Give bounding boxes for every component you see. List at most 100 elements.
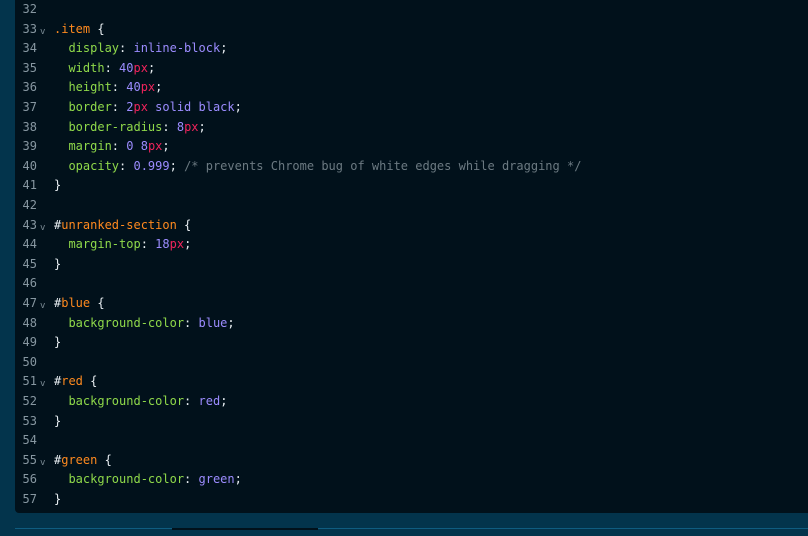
code-text: #blue { (54, 294, 105, 314)
line-number: 37 (22, 100, 37, 114)
token-unit: px (169, 237, 185, 252)
code-text: width: 40px; (54, 59, 155, 79)
token-prop: display (54, 41, 120, 56)
token-punct: ; (234, 472, 242, 487)
fold-chevron-icon[interactable]: v (40, 375, 45, 395)
token-unit: px (147, 139, 163, 154)
code-text: border-radius: 8px; (54, 118, 205, 138)
code-editor[interactable]: 32 33 v .item {34 display: inline-block; 35 … (15, 0, 808, 513)
token-punct: { (90, 296, 105, 310)
token-punct: { (82, 374, 98, 389)
token-punct: ; (155, 80, 163, 95)
token-punct: : (111, 80, 127, 95)
token-punct: : (184, 315, 199, 330)
token-val: 0 8 (126, 139, 148, 154)
code-text: border: 2px solid black; (54, 98, 242, 118)
token-punct: } (54, 178, 62, 193)
code-text: } (54, 412, 61, 432)
line-number: 33 (22, 21, 37, 36)
code-text: #unranked-section { (54, 216, 191, 236)
token-val: red (198, 394, 221, 408)
fold-chevron-icon[interactable]: v (40, 219, 45, 239)
line-number: 47 (22, 296, 37, 310)
token-prop: width (54, 60, 105, 75)
token-punct: } (54, 413, 62, 428)
token-punct: ; (234, 100, 242, 114)
line-number: 44 (22, 237, 37, 252)
code-text: opacity: 0.999; /* prevents Chrome bug o… (54, 157, 581, 177)
token-val: solid black (147, 100, 235, 114)
token-punct: : (111, 100, 127, 114)
token-punct: } (54, 492, 62, 506)
line-number: 52 (22, 394, 37, 408)
token-punct: ; (220, 394, 228, 408)
token-prop: opacity (54, 158, 120, 173)
token-punct: ; (220, 41, 228, 56)
token-prop: margin (54, 139, 112, 154)
token-punct: : (184, 472, 199, 487)
token-prop: border-radius (54, 119, 163, 134)
line-number: 41 (22, 178, 37, 193)
line-number: 43 (22, 217, 37, 232)
token-sel: green (61, 452, 98, 467)
token-punct: ; (227, 315, 235, 330)
line-number: 53 (22, 413, 37, 428)
line-number: 39 (22, 139, 37, 154)
token-punct: : (104, 60, 120, 75)
code-text: } (54, 333, 61, 353)
token-prop: margin-top (54, 237, 141, 252)
token-val: 40 (126, 80, 141, 95)
token-val: inline-block (133, 41, 221, 56)
line-number: 49 (22, 335, 37, 350)
line-number: 40 (22, 158, 37, 173)
code-text: } (54, 490, 61, 510)
line-number: 51 (22, 374, 37, 389)
token-val: green (198, 472, 235, 487)
token-com: /* prevents Chrome bug of white edges wh… (184, 158, 582, 173)
line-number: 45 (22, 256, 37, 271)
token-punct: { (90, 21, 105, 36)
fold-chevron-icon[interactable]: v (40, 454, 45, 474)
line-number: 32 (22, 2, 37, 16)
line-number: 38 (22, 119, 37, 134)
token-punct: : (140, 237, 156, 252)
line-number: 34 (22, 41, 37, 56)
code-text: background-color: green; (54, 470, 242, 490)
token-punct: ; (147, 60, 156, 75)
token-unit: px (184, 119, 199, 134)
token-punct: ; (162, 139, 170, 154)
code-text: margin-top: 18px; (54, 235, 191, 255)
token-sel: red (61, 374, 83, 389)
fold-chevron-icon[interactable]: v (40, 297, 45, 317)
token-punct: { (176, 217, 192, 232)
line-number: 56 (22, 472, 37, 487)
code-text: #red { (54, 372, 97, 392)
fold-chevron-icon[interactable]: v (40, 23, 45, 43)
code-text: height: 40px; (54, 78, 162, 98)
line-number: 48 (22, 315, 37, 330)
horizontal-scrollbar-track[interactable] (15, 528, 808, 529)
token-prop: border (54, 100, 112, 114)
token-val: 0.999 (133, 158, 170, 173)
code-text: .item { (54, 20, 105, 40)
line-number: 36 (22, 80, 37, 95)
token-val: blue (198, 315, 228, 330)
token-prop: background-color (54, 315, 185, 330)
line-number: 54 (22, 433, 37, 448)
token-val: 18 (155, 237, 170, 252)
code-text: #green { (54, 451, 112, 471)
token-sel: blue (61, 296, 91, 310)
code-text: background-color: red; (54, 392, 227, 412)
code-text: } (54, 176, 61, 196)
horizontal-scrollbar-thumb[interactable] (172, 528, 318, 530)
line-number: 55 (22, 452, 37, 467)
code-text: display: inline-block; (54, 39, 227, 59)
token-punct: : (162, 119, 177, 134)
token-punct: : (111, 139, 127, 154)
token-punct: ; (169, 158, 185, 173)
token-prop: background-color (54, 394, 185, 408)
token-punct: } (54, 335, 62, 350)
line-number: 57 (22, 492, 37, 506)
token-punct: { (97, 452, 112, 467)
token-prop: background-color (54, 472, 185, 487)
